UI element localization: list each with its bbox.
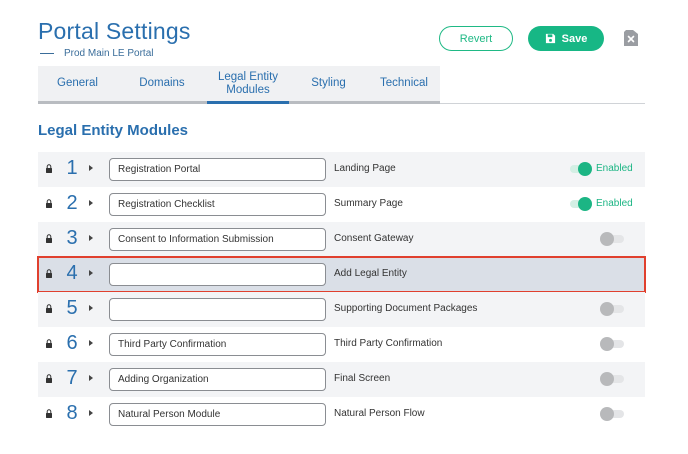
module-number: 4 [66, 262, 78, 284]
lock-icon [46, 409, 52, 418]
lock-icon [46, 164, 52, 173]
module-toggle[interactable] [600, 407, 626, 421]
lock-icon [46, 199, 52, 208]
module-description: Summary Page [334, 198, 403, 209]
module-name-input[interactable] [109, 263, 326, 286]
module-number: 7 [66, 367, 78, 389]
page-header: Portal Settings Prod Main LE Portal [38, 18, 191, 59]
module-number: 5 [66, 297, 78, 319]
save-icon [545, 33, 555, 44]
module-toggle[interactable] [600, 337, 626, 351]
module-name-input[interactable] [109, 403, 326, 426]
tab-general[interactable]: General [38, 66, 117, 101]
module-row[interactable]: 1 Landing Page Enabled [38, 152, 645, 187]
module-description: Natural Person Flow [334, 408, 425, 419]
close-icon[interactable] [624, 30, 638, 46]
tab-domains[interactable]: Domains [117, 66, 207, 101]
module-name-input[interactable] [109, 333, 326, 356]
tab-divider [440, 103, 645, 104]
expand-caret-icon[interactable] [89, 235, 93, 241]
module-description: Final Screen [334, 373, 391, 384]
module-number: 6 [66, 332, 78, 354]
lock-icon [46, 269, 52, 278]
module-row[interactable]: 3 Consent Gateway [38, 222, 645, 257]
module-name-input[interactable] [109, 298, 326, 321]
module-toggle[interactable] [600, 232, 626, 246]
lock-icon [46, 374, 52, 383]
lock-icon [46, 234, 52, 243]
module-toggle[interactable] [600, 372, 626, 386]
expand-caret-icon[interactable] [89, 270, 93, 276]
module-row[interactable]: 4 Add Legal Entity [37, 256, 646, 293]
lock-icon [46, 339, 52, 348]
module-name-input[interactable] [109, 228, 326, 251]
module-number: 8 [66, 402, 78, 424]
save-label: Save [561, 32, 588, 45]
module-row[interactable]: 5 Supporting Document Packages [38, 292, 645, 327]
module-name-input[interactable] [109, 193, 326, 216]
module-row[interactable]: 7 Final Screen [38, 362, 645, 397]
page-title: Portal Settings [38, 18, 191, 44]
module-description: Supporting Document Packages [334, 303, 478, 314]
expand-caret-icon[interactable] [89, 200, 93, 206]
module-description: Landing Page [334, 163, 396, 174]
revert-button[interactable]: Revert [439, 26, 513, 51]
expand-caret-icon[interactable] [89, 410, 93, 416]
expand-caret-icon[interactable] [89, 340, 93, 346]
module-name-input[interactable] [109, 368, 326, 391]
settings-tabs: General Domains Legal Entity Modules Sty… [38, 66, 440, 104]
module-row[interactable]: 6 Third Party Confirmation [38, 327, 645, 362]
module-number: 1 [66, 157, 78, 179]
module-number: 2 [66, 192, 78, 214]
module-list: 1 Landing Page Enabled 2 Summary Page Enabled… [37, 152, 646, 432]
module-toggle[interactable] [568, 162, 594, 176]
portal-name: Prod Main LE Portal [64, 48, 154, 59]
tab-technical[interactable]: Technical [368, 66, 440, 101]
save-button[interactable]: Save [528, 26, 604, 51]
expand-caret-icon[interactable] [89, 375, 93, 381]
status-enabled: Enabled [596, 198, 633, 209]
tab-legal-entity-modules[interactable]: Legal Entity Modules [207, 66, 289, 104]
module-row[interactable]: 2 Summary Page Enabled [38, 187, 645, 222]
module-row[interactable]: 8 Natural Person Flow [38, 397, 645, 432]
subtitle-dash [40, 53, 54, 54]
lock-icon [46, 304, 52, 313]
portal-subtitle: Prod Main LE Portal [38, 48, 191, 59]
module-toggle[interactable] [568, 197, 594, 211]
tab-styling[interactable]: Styling [289, 66, 368, 101]
module-description: Add Legal Entity [334, 268, 407, 279]
expand-caret-icon[interactable] [89, 305, 93, 311]
expand-caret-icon[interactable] [89, 165, 93, 171]
module-toggle[interactable] [600, 302, 626, 316]
status-enabled: Enabled [596, 163, 633, 174]
section-title: Legal Entity Modules [38, 122, 189, 139]
module-number: 3 [66, 227, 78, 249]
module-description: Consent Gateway [334, 233, 414, 244]
module-name-input[interactable] [109, 158, 326, 181]
module-description: Third Party Confirmation [334, 338, 443, 349]
